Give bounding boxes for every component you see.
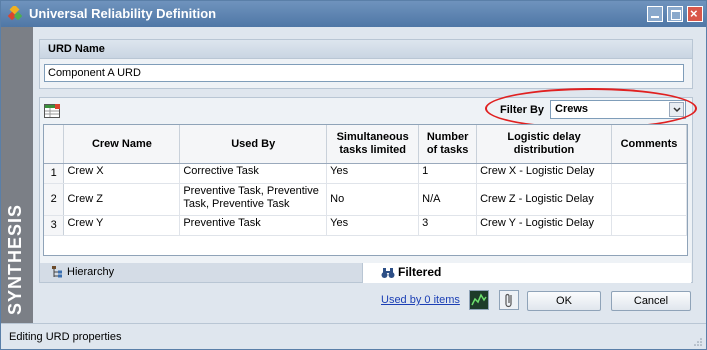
used-by-link[interactable]: Used by 0 items bbox=[381, 294, 460, 306]
brand-text: SYNTHESIS bbox=[5, 203, 25, 315]
resize-grip-icon[interactable] bbox=[694, 338, 702, 346]
close-button[interactable]: × bbox=[687, 6, 703, 22]
chart-icon bbox=[471, 293, 487, 306]
table-header-row: Crew Name Used By Simultaneous tasks lim… bbox=[44, 125, 687, 164]
filter-by-label: Filter By bbox=[500, 104, 545, 116]
column-header[interactable]: Logistic delay distribution bbox=[476, 125, 612, 164]
cell-comments[interactable] bbox=[611, 215, 687, 236]
filter-by-dropdown[interactable]: Crews bbox=[550, 100, 686, 119]
column-header[interactable]: Simultaneous tasks limited bbox=[326, 125, 420, 164]
column-header-rownum bbox=[44, 125, 65, 164]
attachment-button[interactable] bbox=[499, 290, 519, 310]
tab-filtered[interactable]: Filtered bbox=[363, 263, 691, 283]
table-row[interactable]: 3 Crew Y Preventive Task Yes 3 Crew Y - … bbox=[44, 215, 687, 236]
minimize-button[interactable] bbox=[647, 6, 663, 22]
bottom-bar: Used by 0 items OK Cancel bbox=[33, 287, 699, 315]
chart-button[interactable] bbox=[469, 290, 489, 310]
cell-crew-name[interactable]: Crew Y bbox=[63, 215, 181, 236]
title-bar[interactable]: Universal Reliability Definition × bbox=[1, 1, 706, 27]
filter-by-value: Crews bbox=[555, 103, 589, 115]
row-number[interactable]: 3 bbox=[44, 215, 65, 236]
tab-hierarchy[interactable]: Hierarchy bbox=[39, 263, 363, 283]
status-text: Editing URD properties bbox=[9, 331, 122, 343]
cell-comments[interactable] bbox=[611, 183, 687, 216]
cell-comments[interactable] bbox=[611, 163, 687, 184]
column-header[interactable]: Used By bbox=[179, 125, 328, 164]
cell-crew-name[interactable]: Crew X bbox=[63, 163, 181, 184]
urd-name-header: URD Name bbox=[40, 40, 692, 59]
cell-num-tasks[interactable]: 3 bbox=[418, 215, 478, 236]
cell-num-tasks[interactable]: 1 bbox=[418, 163, 478, 184]
urd-name-label: URD Name bbox=[48, 43, 105, 55]
urd-window: Universal Reliability Definition × SYNTH… bbox=[0, 0, 707, 350]
cell-num-tasks[interactable]: N/A bbox=[418, 183, 478, 216]
column-header[interactable]: Comments bbox=[611, 125, 687, 164]
cell-used-by[interactable]: Preventive Task bbox=[179, 215, 328, 236]
row-number[interactable]: 2 bbox=[44, 183, 65, 216]
grid-settings-icon[interactable] bbox=[44, 104, 60, 118]
cell-used-by[interactable]: Corrective Task bbox=[179, 163, 328, 184]
column-header[interactable]: Crew Name bbox=[63, 125, 181, 164]
app-icon bbox=[7, 6, 22, 21]
cell-logistic-delay[interactable]: Crew Y - Logistic Delay bbox=[476, 215, 612, 236]
cell-simultaneous[interactable]: Yes bbox=[326, 215, 420, 236]
crews-table: Crew Name Used By Simultaneous tasks lim… bbox=[43, 124, 688, 256]
urd-name-panel: URD Name bbox=[39, 39, 693, 89]
urd-name-input[interactable] bbox=[44, 64, 684, 82]
column-header[interactable]: Number of tasks bbox=[418, 125, 478, 164]
tab-filtered-label: Filtered bbox=[398, 265, 442, 279]
ok-button[interactable]: OK bbox=[527, 291, 601, 311]
row-number[interactable]: 1 bbox=[44, 163, 65, 184]
cell-simultaneous[interactable]: No bbox=[326, 183, 420, 216]
table-row[interactable]: 2 Crew Z Preventive Task, Preventive Tas… bbox=[44, 183, 687, 216]
main-content: URD Name Filter By Crews bbox=[33, 27, 699, 323]
view-tabs: Hierarchy Filtered bbox=[39, 263, 691, 283]
cell-simultaneous[interactable]: Yes bbox=[326, 163, 420, 184]
maximize-button[interactable] bbox=[667, 6, 683, 22]
table-row[interactable]: 1 Crew X Corrective Task Yes 1 Crew X - … bbox=[44, 163, 687, 184]
close-icon: × bbox=[690, 6, 698, 21]
grid-toolbar: Filter By Crews bbox=[40, 88, 697, 129]
chevron-down-icon[interactable] bbox=[669, 102, 684, 117]
cancel-button[interactable]: Cancel bbox=[611, 291, 691, 311]
hierarchy-icon bbox=[52, 266, 62, 278]
grid-panel: Filter By Crews Crew Name Used By Simult… bbox=[39, 88, 697, 283]
cell-crew-name[interactable]: Crew Z bbox=[63, 183, 181, 216]
binoculars-icon bbox=[381, 267, 395, 278]
status-bar: Editing URD properties bbox=[1, 323, 706, 349]
cell-logistic-delay[interactable]: Crew Z - Logistic Delay bbox=[476, 183, 612, 216]
cell-used-by[interactable]: Preventive Task, Preventive Task, Preven… bbox=[179, 183, 328, 216]
paperclip-icon bbox=[505, 293, 512, 308]
window-title: Universal Reliability Definition bbox=[29, 6, 217, 21]
tab-hierarchy-label: Hierarchy bbox=[67, 266, 115, 278]
cell-logistic-delay[interactable]: Crew X - Logistic Delay bbox=[476, 163, 612, 184]
side-brand-strip: SYNTHESIS bbox=[1, 27, 33, 343]
